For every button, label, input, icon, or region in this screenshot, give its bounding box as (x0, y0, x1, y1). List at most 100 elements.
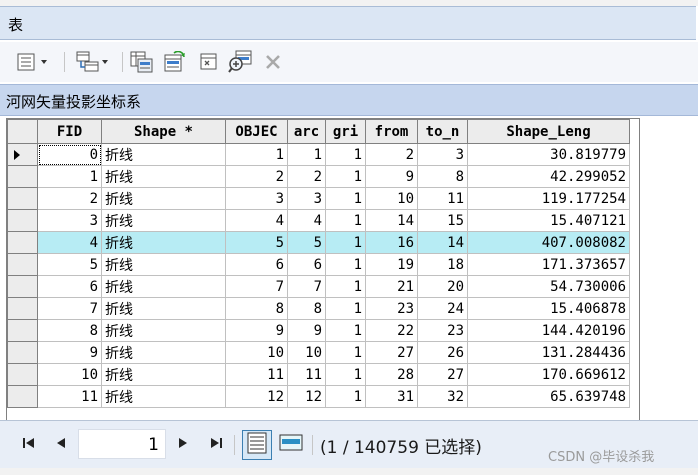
column-header[interactable]: gri (325, 119, 366, 144)
arc-cell[interactable]: 9 (287, 319, 326, 342)
gri-cell[interactable]: 1 (325, 187, 366, 210)
shape-length-cell[interactable]: 15.407121 (467, 209, 630, 232)
column-header[interactable]: arc (287, 119, 326, 144)
from-cell[interactable]: 2 (365, 143, 418, 166)
arc-cell[interactable]: 7 (287, 275, 326, 298)
show-all-records-button[interactable] (242, 430, 272, 460)
from-cell[interactable]: 23 (365, 297, 418, 320)
arc-cell[interactable]: 10 (287, 341, 326, 364)
to-node-cell[interactable]: 23 (417, 319, 468, 342)
gri-cell[interactable]: 1 (325, 253, 366, 276)
table-row[interactable]: 8 折线 9 9 1 22 23 144.420196 (7, 319, 630, 342)
gri-cell[interactable]: 1 (325, 385, 366, 408)
from-cell[interactable]: 16 (365, 231, 418, 254)
row-selector[interactable] (7, 143, 38, 166)
table-row[interactable]: 0 折线 1 1 1 2 3 30.819779 (7, 143, 630, 166)
shape-length-cell[interactable]: 30.819779 (467, 143, 630, 166)
layer-tab[interactable]: 河网矢量投影坐标系 (0, 84, 698, 116)
from-cell[interactable]: 14 (365, 209, 418, 232)
first-record-button[interactable] (18, 435, 40, 455)
objectid-cell[interactable]: 10 (225, 341, 288, 364)
to-node-cell[interactable]: 26 (417, 341, 468, 364)
gri-cell[interactable]: 1 (325, 143, 366, 166)
gri-cell[interactable]: 1 (325, 319, 366, 342)
to-node-cell[interactable]: 3 (417, 143, 468, 166)
table-row[interactable]: 5 折线 6 6 1 19 18 171.373657 (7, 253, 630, 276)
shape-length-cell[interactable]: 407.008082 (467, 231, 630, 254)
fid-cell[interactable]: 0 (37, 143, 102, 166)
row-selector[interactable] (7, 363, 38, 386)
shape-cell[interactable]: 折线 (101, 385, 226, 408)
from-cell[interactable]: 19 (365, 253, 418, 276)
table-options-menu-button[interactable] (10, 50, 56, 74)
select-by-attributes-button[interactable] (128, 50, 156, 74)
from-cell[interactable]: 31 (365, 385, 418, 408)
column-header[interactable]: to_n (417, 119, 468, 144)
shape-cell[interactable]: 折线 (101, 363, 226, 386)
from-cell[interactable]: 10 (365, 187, 418, 210)
column-header[interactable]: Shape_Leng (467, 119, 630, 144)
shape-cell[interactable]: 折线 (101, 319, 226, 342)
shape-cell[interactable]: 折线 (101, 165, 226, 188)
gri-cell[interactable]: 1 (325, 275, 366, 298)
from-cell[interactable]: 9 (365, 165, 418, 188)
delete-selected-button[interactable] (262, 50, 284, 74)
arc-cell[interactable]: 1 (287, 143, 326, 166)
to-node-cell[interactable]: 32 (417, 385, 468, 408)
to-node-cell[interactable]: 20 (417, 275, 468, 298)
shape-length-cell[interactable]: 144.420196 (467, 319, 630, 342)
shape-length-cell[interactable]: 15.406878 (467, 297, 630, 320)
objectid-cell[interactable]: 3 (225, 187, 288, 210)
table-row[interactable]: 9 折线 10 10 1 27 26 131.284436 (7, 341, 630, 364)
shape-cell[interactable]: 折线 (101, 209, 226, 232)
table-row[interactable]: 10 折线 11 11 1 28 27 170.669612 (7, 363, 630, 386)
table-row[interactable]: 4 折线 5 5 1 16 14 407.008082 (7, 231, 630, 254)
from-cell[interactable]: 27 (365, 341, 418, 364)
show-selected-records-button[interactable] (276, 430, 306, 460)
fid-cell[interactable]: 8 (37, 319, 102, 342)
fid-cell[interactable]: 2 (37, 187, 102, 210)
from-cell[interactable]: 28 (365, 363, 418, 386)
table-row[interactable]: 6 折线 7 7 1 21 20 54.730006 (7, 275, 630, 298)
objectid-cell[interactable]: 8 (225, 297, 288, 320)
row-selector[interactable] (7, 385, 38, 408)
column-header[interactable]: from (365, 119, 418, 144)
fid-cell[interactable]: 6 (37, 275, 102, 298)
clear-selection-button[interactable] (196, 50, 222, 74)
fid-cell[interactable]: 7 (37, 297, 102, 320)
table-row[interactable]: 3 折线 4 4 1 14 15 15.407121 (7, 209, 630, 232)
related-tables-menu-button[interactable] (70, 50, 116, 74)
arc-cell[interactable]: 2 (287, 165, 326, 188)
arc-cell[interactable]: 12 (287, 385, 326, 408)
gri-cell[interactable]: 1 (325, 297, 366, 320)
to-node-cell[interactable]: 15 (417, 209, 468, 232)
shape-length-cell[interactable]: 119.177254 (467, 187, 630, 210)
last-record-button[interactable] (204, 435, 228, 455)
objectid-cell[interactable]: 11 (225, 363, 288, 386)
shape-cell[interactable]: 折线 (101, 253, 226, 276)
column-header[interactable]: OBJEC (225, 119, 288, 144)
next-record-button[interactable] (172, 435, 194, 455)
row-selector[interactable] (7, 297, 38, 320)
gri-cell[interactable]: 1 (325, 341, 366, 364)
objectid-cell[interactable]: 6 (225, 253, 288, 276)
objectid-cell[interactable]: 4 (225, 209, 288, 232)
table-row[interactable]: 7 折线 8 8 1 23 24 15.406878 (7, 297, 630, 320)
fid-cell[interactable]: 5 (37, 253, 102, 276)
shape-cell[interactable]: 折线 (101, 341, 226, 364)
shape-length-cell[interactable]: 65.639748 (467, 385, 630, 408)
from-cell[interactable]: 21 (365, 275, 418, 298)
shape-cell[interactable]: 折线 (101, 231, 226, 254)
objectid-cell[interactable]: 9 (225, 319, 288, 342)
from-cell[interactable]: 22 (365, 319, 418, 342)
row-selector[interactable] (7, 209, 38, 232)
row-selector[interactable] (7, 319, 38, 342)
shape-cell[interactable]: 折线 (101, 143, 226, 166)
arc-cell[interactable]: 3 (287, 187, 326, 210)
arc-cell[interactable]: 6 (287, 253, 326, 276)
shape-cell[interactable]: 折线 (101, 187, 226, 210)
objectid-cell[interactable]: 2 (225, 165, 288, 188)
gri-cell[interactable]: 1 (325, 363, 366, 386)
table-row[interactable]: 2 折线 3 3 1 10 11 119.177254 (7, 187, 630, 210)
to-node-cell[interactable]: 14 (417, 231, 468, 254)
